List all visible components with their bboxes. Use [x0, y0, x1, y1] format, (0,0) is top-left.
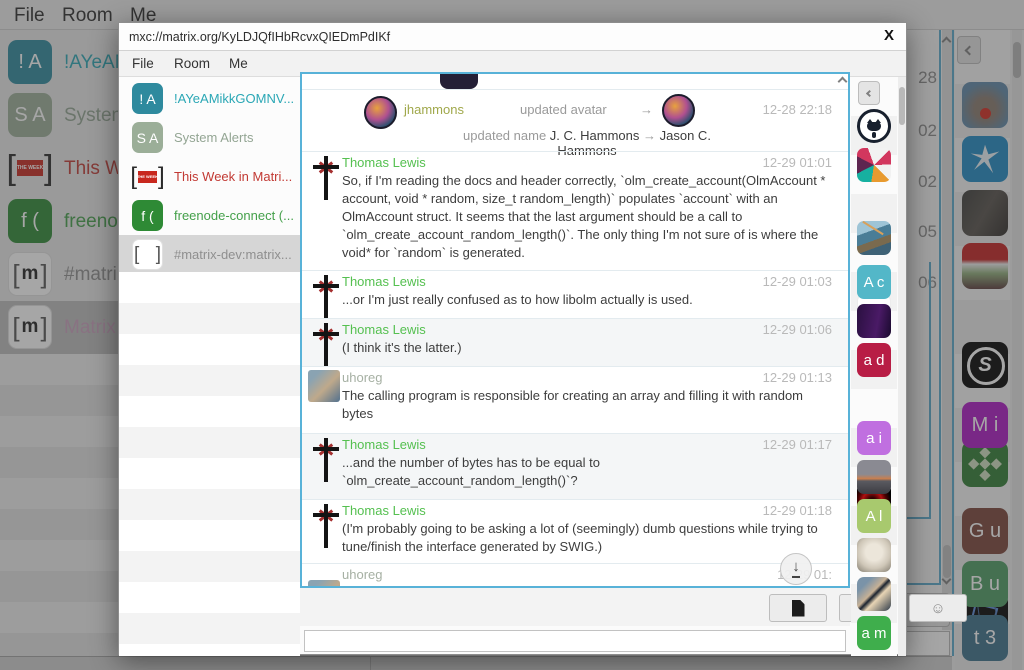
old-name: J. C. Hammons: [550, 128, 640, 143]
cross-avatar: [310, 156, 340, 200]
boat-photo-avatar[interactable]: [857, 221, 891, 255]
sender-name: uhoreg: [342, 567, 382, 582]
menu-me[interactable]: Me: [229, 56, 248, 71]
message-row: Thomas Lewis 12-29 01:18 (I'm probably g…: [302, 499, 848, 563]
smiley-icon: ☺: [930, 601, 945, 616]
sender-name: Thomas Lewis: [342, 322, 426, 337]
document-icon: [792, 600, 805, 617]
attachment-toolbar: ☺: [300, 588, 850, 626]
initials-avatar[interactable]: A c: [857, 265, 891, 299]
window-titlebar[interactable]: mxc://matrix.org/KyLDJQfIHbRcvxQIEDmPdIK…: [119, 23, 906, 51]
cross-avatar: [310, 323, 340, 367]
room-list-item[interactable]: [THE WEEK] This Week in Matri...: [119, 157, 300, 196]
chevron-left-icon: [865, 89, 872, 96]
uhoreg-avatar: [308, 580, 340, 586]
room-list-item[interactable]: S A System Alerts: [119, 118, 300, 157]
sender-name: jhammons: [404, 102, 464, 117]
scroll-up-icon[interactable]: [838, 77, 848, 87]
initials-avatar[interactable]: a m: [857, 616, 891, 650]
emoji-button[interactable]: ☺: [909, 594, 967, 622]
room-name: This Week in Matri...: [174, 157, 296, 196]
cross-avatar: [310, 504, 340, 548]
scroll-to-bottom-button[interactable]: ↓: [780, 553, 812, 585]
cross-avatar: [310, 438, 340, 482]
uhoreg-avatar: [308, 370, 340, 402]
timestamp: 12-28 22:18: [763, 102, 832, 117]
new-avatar-preview: [662, 94, 695, 127]
room-name: !AYeAMikkGOMNV...: [174, 79, 296, 118]
member-list-scrollbar[interactable]: [898, 77, 906, 656]
window-title: mxc://matrix.org/KyLDJQfIHbRcvxQIEDmPdIK…: [129, 30, 390, 44]
sunset-photo-avatar[interactable]: [857, 460, 891, 494]
timestamp: 12-29 01:06: [763, 322, 832, 337]
message-row: Thomas Lewis 12-29 01:03 ...or I'm just …: [302, 270, 848, 318]
sender-name: Thomas Lewis: [342, 503, 426, 518]
state-action: updated avatar: [520, 102, 607, 117]
state-event-row: jhammons updated avatar → 12-28 22:18 up…: [302, 89, 848, 151]
message-input[interactable]: [304, 630, 846, 652]
timestamp: 12-29 01:01: [763, 155, 832, 170]
room-name: #matrix-dev:matrix...: [174, 235, 296, 274]
scrollbar-thumb[interactable]: [899, 87, 905, 125]
close-icon[interactable]: X: [884, 27, 894, 44]
message-timeline: jhammons updated avatar → 12-28 22:18 up…: [302, 74, 848, 586]
screen: File Room Me ! A !AYeAM S A System [THE …: [0, 0, 1024, 670]
arrow-icon: →: [643, 128, 656, 143]
sender-name: uhoreg: [342, 370, 382, 385]
message-text: (I think it's the latter.): [342, 339, 834, 357]
cross-avatar: [310, 275, 340, 319]
room-avatar: ! A: [132, 83, 163, 114]
download-arrow-icon: ↓: [792, 554, 800, 578]
quilt-avatar[interactable]: [857, 148, 891, 182]
room-name: System Alerts: [174, 118, 296, 157]
message-row: Thomas Lewis 12-29 01:06 (I think it's t…: [302, 318, 848, 366]
message-row: uhoreg 12-29 01:13 The calling program i…: [302, 366, 848, 433]
arrow-icon: →: [640, 102, 653, 117]
message-row: Thomas Lewis 12-29 01:17 ...and the numb…: [302, 433, 848, 499]
message-row: Thomas Lewis 12-29 01:01 So, if I'm read…: [302, 151, 848, 270]
room-list: ! A !AYeAMikkGOMNV... S A System Alerts …: [119, 77, 300, 656]
message-row: uhoreg 12-29 01:: [302, 563, 848, 586]
room-name: freenode-connect (...: [174, 196, 296, 235]
room-list-item-selected[interactable]: [m] #matrix-dev:matrix...: [119, 235, 300, 274]
sender-name: Thomas Lewis: [342, 155, 426, 170]
menu-file[interactable]: File: [132, 56, 154, 71]
message-text: So, if I'm reading the docs and header c…: [342, 172, 834, 262]
puppy-photo-avatar[interactable]: [857, 538, 891, 572]
room-list-item[interactable]: f ( freenode-connect (...: [119, 196, 300, 235]
message-text: ...or I'm just really confused as to how…: [342, 291, 834, 309]
jhammons-avatar: [364, 96, 397, 129]
github-avatar[interactable]: [857, 109, 891, 143]
twim-room-avatar: [THE WEEK]: [132, 161, 163, 192]
partial-avatar: [440, 74, 478, 89]
scream-art-avatar[interactable]: [857, 577, 891, 611]
twim-logo: THE WEEK: [138, 171, 157, 183]
room-list-item[interactable]: ! A !AYeAMikkGOMNV...: [119, 79, 300, 118]
sender-name: Thomas Lewis: [342, 274, 426, 289]
timestamp: 12-29 01:03: [763, 274, 832, 289]
message-text: The calling program is responsible for c…: [342, 387, 834, 423]
timestamp: 12-29 01:13: [763, 370, 832, 385]
menu-room[interactable]: Room: [174, 56, 210, 71]
initials-avatar[interactable]: A l: [857, 499, 891, 533]
initials-avatar[interactable]: a i: [857, 421, 891, 455]
initials-avatar[interactable]: a d: [857, 343, 891, 377]
timestamp: 12-29 01:17: [763, 437, 832, 452]
empty-room-rows: [119, 272, 300, 656]
timeline-pane: jhammons updated avatar → 12-28 22:18 up…: [300, 72, 850, 588]
timestamp: 12-29 01:18: [763, 503, 832, 518]
attach-file-button[interactable]: [769, 594, 827, 622]
message-text: (I'm probably going to be asking a lot o…: [342, 520, 834, 556]
mxc-viewer-window: mxc://matrix.org/KyLDJQfIHbRcvxQIEDmPdIK…: [118, 22, 907, 655]
message-text: ...and the number of bytes has to be equ…: [342, 454, 834, 490]
sender-name: Thomas Lewis: [342, 437, 426, 452]
room-avatar: f (: [132, 200, 163, 231]
collapse-members-button[interactable]: [858, 81, 880, 105]
room-avatar: S A: [132, 122, 163, 153]
matrix-room-avatar: [m]: [132, 239, 163, 270]
purple-photo-avatar[interactable]: [857, 304, 891, 338]
